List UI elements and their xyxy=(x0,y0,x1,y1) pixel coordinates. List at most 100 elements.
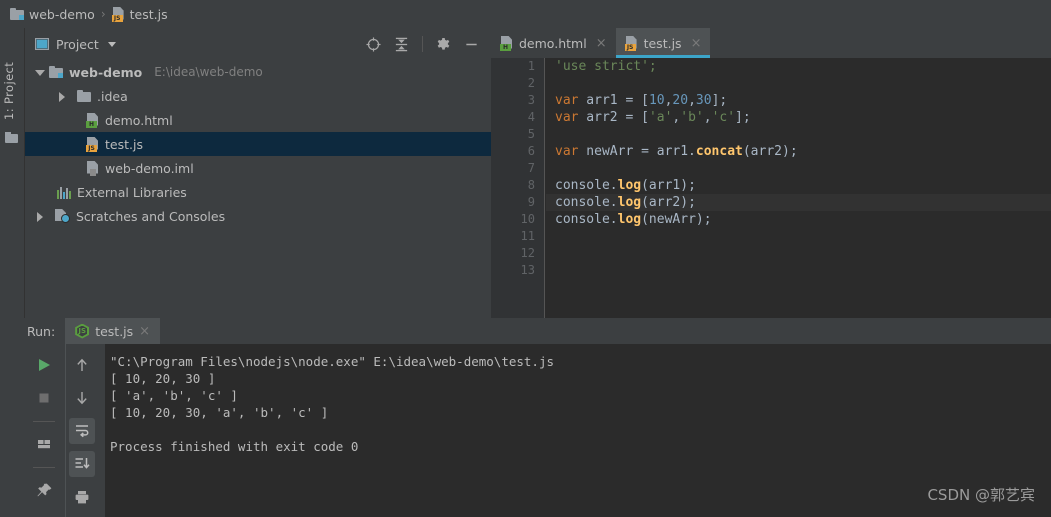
code-line[interactable]: var newArr = arr1.concat(arr2); xyxy=(546,143,1051,160)
code-token: log xyxy=(617,212,642,227)
code-line[interactable]: console.log(arr2); xyxy=(546,194,1051,211)
folder-icon xyxy=(77,90,91,102)
project-panel-toolbar xyxy=(366,36,485,52)
libraries-icon xyxy=(57,186,71,199)
tree-row-idea[interactable]: .idea xyxy=(25,84,491,108)
close-icon[interactable]: × xyxy=(139,324,150,339)
line-number: 4 xyxy=(527,110,535,124)
nodejs-icon: JS xyxy=(75,323,90,339)
run-panel-label: Run: xyxy=(27,323,56,339)
layout-icon[interactable] xyxy=(31,431,57,457)
arrow-up-icon[interactable] xyxy=(69,352,95,378)
folder-module-icon xyxy=(49,66,63,78)
code-token: arr1 = [ xyxy=(578,93,649,108)
code-line[interactable] xyxy=(546,245,1051,262)
code-token: log xyxy=(617,195,642,210)
code-view[interactable]: 1 2 3 4 5 6 7 8 9 10 11 12 13 'use strict'; var arr1… xyxy=(491,58,1051,318)
line-number: 2 xyxy=(527,76,535,90)
js-file-icon: JS xyxy=(624,35,638,51)
stop-icon[interactable] xyxy=(31,385,57,411)
scratches-icon xyxy=(55,209,70,223)
code-token: 'use strict'; xyxy=(555,59,657,74)
folder-icon[interactable] xyxy=(5,132,18,143)
line-number: 13 xyxy=(520,263,535,277)
chevron-down-icon[interactable] xyxy=(107,41,116,47)
tree-label: External Libraries xyxy=(77,184,187,200)
line-number: 9 xyxy=(527,195,535,209)
tab-label: test.js xyxy=(643,35,682,51)
project-tree: web-demo E:\idea\web-demo .idea H demo.h… xyxy=(25,60,491,318)
locate-target-icon[interactable] xyxy=(366,36,381,52)
code-token: , xyxy=(703,110,712,125)
project-window-icon xyxy=(35,38,49,50)
chevron-down-icon[interactable] xyxy=(35,67,46,78)
code-token: var xyxy=(555,93,579,108)
tree-row-test-js[interactable]: JS test.js xyxy=(25,132,491,156)
code-token: console. xyxy=(555,178,618,193)
tree-label: .idea xyxy=(97,88,128,104)
tree-row-web-demo[interactable]: web-demo E:\idea\web-demo xyxy=(25,60,491,84)
code-token: 'c' xyxy=(711,110,736,125)
breadcrumb-separator: › xyxy=(100,7,106,21)
tab-test-js[interactable]: JS test.js × xyxy=(615,28,711,58)
tree-label: web-demo.iml xyxy=(105,160,194,176)
tree-row-demo-html[interactable]: H demo.html xyxy=(25,108,491,132)
code-token: ]; xyxy=(711,93,728,108)
minimize-icon[interactable] xyxy=(464,37,479,52)
code-line[interactable]: console.log(arr1); xyxy=(546,177,1051,194)
tree-label: test.js xyxy=(105,136,143,152)
console-output[interactable]: "C:\Program Files\nodejs\node.exe" E:\id… xyxy=(105,344,1051,517)
print-icon[interactable] xyxy=(69,484,95,510)
soft-wrap-icon[interactable] xyxy=(68,418,95,444)
code-line[interactable]: var arr2 = ['a','b','c']; xyxy=(546,109,1051,126)
sidebar-item-project-stripe[interactable]: 1: Project xyxy=(2,34,22,124)
breadcrumb-file[interactable]: JS test.js xyxy=(111,6,168,22)
tree-row-web-demo-iml[interactable]: web-demo.iml xyxy=(25,156,491,180)
tree-row-external-libraries[interactable]: External Libraries xyxy=(25,180,491,204)
code-token: 30 xyxy=(695,93,712,108)
breadcrumb-project-label: web-demo xyxy=(29,6,95,22)
editor-tab-bar: H demo.html × JS test.js × xyxy=(491,28,1051,58)
code-token: log xyxy=(617,178,642,193)
close-icon[interactable]: × xyxy=(691,36,702,51)
console-line: Process finished with exit code 0 xyxy=(110,439,359,454)
code-line[interactable] xyxy=(546,75,1051,92)
code-token: console. xyxy=(555,212,618,227)
breadcrumb-project[interactable]: web-demo xyxy=(10,7,95,22)
line-number: 3 xyxy=(527,93,535,107)
code-line[interactable]: console.log(newArr); xyxy=(546,211,1051,228)
code-lines[interactable]: 'use strict'; var arr1 = [10,20,30]; var … xyxy=(546,58,1051,318)
code-token: var xyxy=(555,144,579,159)
collapse-all-icon[interactable] xyxy=(394,37,409,52)
line-number: 1 xyxy=(527,59,535,73)
html-badge: H xyxy=(500,43,511,51)
tool-window-stripe: 1: Project xyxy=(0,28,25,318)
run-tab-test-js[interactable]: JS test.js × xyxy=(65,318,161,344)
tab-demo-html[interactable]: H demo.html × xyxy=(491,28,616,58)
settings-gear-icon[interactable] xyxy=(436,37,451,52)
close-icon[interactable]: × xyxy=(596,36,607,51)
js-file-icon: JS xyxy=(111,6,125,22)
console-line: "C:\Program Files\nodejs\node.exe" E:\id… xyxy=(110,354,555,369)
code-token: 10 xyxy=(648,93,665,108)
arrow-down-icon[interactable] xyxy=(69,385,95,411)
html-file-icon: H xyxy=(86,112,99,128)
pin-icon[interactable] xyxy=(31,477,57,503)
chevron-right-icon[interactable] xyxy=(35,211,46,222)
code-line[interactable]: 'use strict'; xyxy=(546,58,1051,75)
code-line[interactable] xyxy=(546,228,1051,245)
run-play-icon[interactable] xyxy=(31,352,57,378)
toolbar-divider xyxy=(33,467,55,468)
code-token: (arr1); xyxy=(641,178,696,193)
tab-label: demo.html xyxy=(519,35,587,51)
watermark: CSDN @郭艺宾 xyxy=(927,486,1035,504)
chevron-right-icon[interactable] xyxy=(57,91,68,102)
scroll-to-end-icon[interactable] xyxy=(68,451,95,477)
code-line[interactable]: var arr1 = [10,20,30]; xyxy=(546,92,1051,109)
project-panel-title-group[interactable]: Project xyxy=(35,37,116,52)
code-line[interactable] xyxy=(546,262,1051,279)
code-line[interactable] xyxy=(546,160,1051,177)
tree-row-scratches[interactable]: Scratches and Consoles xyxy=(25,204,491,228)
code-line[interactable] xyxy=(546,126,1051,143)
